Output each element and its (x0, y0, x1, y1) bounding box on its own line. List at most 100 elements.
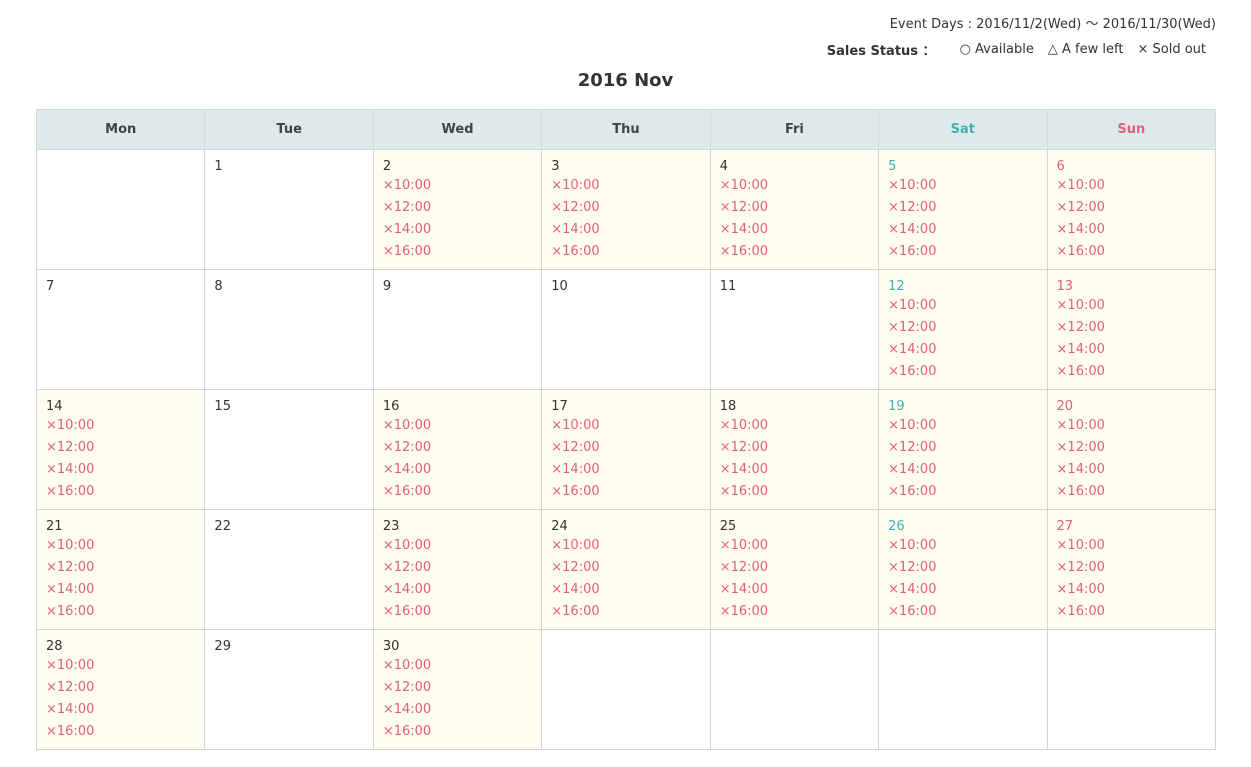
time-slot-sold-out[interactable]: ×12:00 (551, 437, 700, 459)
time-slot-sold-out[interactable]: ×16:00 (888, 361, 1037, 383)
time-slot-sold-out[interactable]: ×12:00 (1057, 317, 1206, 339)
time-slot-sold-out[interactable]: ×14:00 (888, 459, 1037, 481)
time-slot-sold-out[interactable]: ×10:00 (383, 415, 532, 437)
time-slot-sold-out[interactable]: ×14:00 (720, 219, 869, 241)
time-slot-sold-out[interactable]: ×16:00 (1057, 601, 1206, 623)
time-slot-sold-out[interactable]: ×16:00 (720, 241, 869, 263)
time-slot-sold-out[interactable]: ×14:00 (1057, 219, 1206, 241)
day-cell-20[interactable]: 20 ×10:00 ×12:00 ×14:00 ×16:00 (1046, 389, 1217, 510)
time-slot-sold-out[interactable]: ×16:00 (383, 481, 532, 503)
time-slot-sold-out[interactable]: ×10:00 (46, 655, 195, 677)
day-cell-13[interactable]: 13 ×10:00 ×12:00 ×14:00 ×16:00 (1046, 269, 1217, 390)
time-slot-sold-out[interactable]: ×10:00 (888, 175, 1037, 197)
time-slot-sold-out[interactable]: ×14:00 (46, 579, 195, 601)
time-slot-sold-out[interactable]: ×16:00 (1057, 361, 1206, 383)
time-slot-sold-out[interactable]: ×14:00 (888, 339, 1037, 361)
time-slot-sold-out[interactable]: ×16:00 (1057, 241, 1206, 263)
time-slot-sold-out[interactable]: ×10:00 (1057, 175, 1206, 197)
time-slot-sold-out[interactable]: ×16:00 (551, 241, 700, 263)
day-cell-4[interactable]: 4 ×10:00 ×12:00 ×14:00 ×16:00 (709, 149, 880, 270)
time-slot-sold-out[interactable]: ×10:00 (551, 415, 700, 437)
time-slot-sold-out[interactable]: ×12:00 (383, 557, 532, 579)
time-slot-sold-out[interactable]: ×12:00 (888, 437, 1037, 459)
time-slot-sold-out[interactable]: ×10:00 (383, 535, 532, 557)
day-cell-26[interactable]: 26 ×10:00 ×12:00 ×14:00 ×16:00 (878, 509, 1048, 630)
time-slot-sold-out[interactable]: ×10:00 (720, 415, 869, 437)
time-slot-sold-out[interactable]: ×14:00 (1057, 459, 1206, 481)
time-slot-sold-out[interactable]: ×10:00 (1057, 415, 1206, 437)
time-slot-sold-out[interactable]: ×12:00 (551, 557, 700, 579)
time-slot-sold-out[interactable]: ×10:00 (46, 415, 195, 437)
time-slot-sold-out[interactable]: ×12:00 (46, 437, 195, 459)
time-slot-sold-out[interactable]: ×10:00 (46, 535, 195, 557)
time-slot-sold-out[interactable]: ×16:00 (888, 481, 1037, 503)
time-slot-sold-out[interactable]: ×12:00 (383, 677, 532, 699)
day-cell-5[interactable]: 5 ×10:00 ×12:00 ×14:00 ×16:00 (878, 149, 1048, 270)
time-slot-sold-out[interactable]: ×16:00 (888, 241, 1037, 263)
time-slot-sold-out[interactable]: ×12:00 (888, 197, 1037, 219)
day-cell-23[interactable]: 23 ×10:00 ×12:00 ×14:00 ×16:00 (372, 509, 543, 630)
time-slot-sold-out[interactable]: ×14:00 (46, 459, 195, 481)
time-slot-sold-out[interactable]: ×12:00 (720, 197, 869, 219)
time-slot-sold-out[interactable]: ×14:00 (383, 579, 532, 601)
time-slot-sold-out[interactable]: ×10:00 (888, 415, 1037, 437)
time-slot-sold-out[interactable]: ×12:00 (720, 437, 869, 459)
time-slot-sold-out[interactable]: ×16:00 (551, 601, 700, 623)
time-slot-sold-out[interactable]: ×12:00 (551, 197, 700, 219)
time-slot-sold-out[interactable]: ×12:00 (1057, 437, 1206, 459)
time-slot-sold-out[interactable]: ×10:00 (888, 295, 1037, 317)
time-slot-sold-out[interactable]: ×10:00 (720, 175, 869, 197)
day-cell-27[interactable]: 27 ×10:00 ×12:00 ×14:00 ×16:00 (1046, 509, 1217, 630)
time-slot-sold-out[interactable]: ×16:00 (46, 481, 195, 503)
time-slot-sold-out[interactable]: ×16:00 (383, 721, 532, 743)
day-cell-21[interactable]: 21 ×10:00 ×12:00 ×14:00 ×16:00 (35, 509, 206, 630)
time-slot-sold-out[interactable]: ×14:00 (888, 219, 1037, 241)
day-cell-14[interactable]: 14 ×10:00 ×12:00 ×14:00 ×16:00 (35, 389, 206, 510)
day-cell-25[interactable]: 25 ×10:00 ×12:00 ×14:00 ×16:00 (709, 509, 880, 630)
time-slot-sold-out[interactable]: ×16:00 (1057, 481, 1206, 503)
time-slot-sold-out[interactable]: ×16:00 (383, 241, 532, 263)
time-slot-sold-out[interactable]: ×14:00 (720, 459, 869, 481)
time-slot-sold-out[interactable]: ×12:00 (888, 557, 1037, 579)
time-slot-sold-out[interactable]: ×12:00 (720, 557, 869, 579)
time-slot-sold-out[interactable]: ×10:00 (1057, 295, 1206, 317)
time-slot-sold-out[interactable]: ×10:00 (383, 655, 532, 677)
time-slot-sold-out[interactable]: ×12:00 (888, 317, 1037, 339)
day-cell-16[interactable]: 16 ×10:00 ×12:00 ×14:00 ×16:00 (372, 389, 543, 510)
time-slot-sold-out[interactable]: ×14:00 (551, 219, 700, 241)
time-slot-sold-out[interactable]: ×16:00 (888, 601, 1037, 623)
time-slot-sold-out[interactable]: ×12:00 (1057, 557, 1206, 579)
time-slot-sold-out[interactable]: ×12:00 (46, 557, 195, 579)
time-slot-sold-out[interactable]: ×10:00 (1057, 535, 1206, 557)
time-slot-sold-out[interactable]: ×10:00 (551, 535, 700, 557)
time-slot-sold-out[interactable]: ×16:00 (551, 481, 700, 503)
time-slot-sold-out[interactable]: ×16:00 (46, 721, 195, 743)
time-slot-sold-out[interactable]: ×14:00 (46, 699, 195, 721)
time-slot-sold-out[interactable]: ×14:00 (1057, 339, 1206, 361)
time-slot-sold-out[interactable]: ×10:00 (720, 535, 869, 557)
time-slot-sold-out[interactable]: ×14:00 (888, 579, 1037, 601)
time-slot-sold-out[interactable]: ×10:00 (551, 175, 700, 197)
day-cell-12[interactable]: 12 ×10:00 ×12:00 ×14:00 ×16:00 (878, 269, 1048, 390)
time-slot-sold-out[interactable]: ×14:00 (383, 459, 532, 481)
day-cell-3[interactable]: 3 ×10:00 ×12:00 ×14:00 ×16:00 (541, 149, 711, 270)
time-slot-sold-out[interactable]: ×10:00 (888, 535, 1037, 557)
time-slot-sold-out[interactable]: ×14:00 (720, 579, 869, 601)
time-slot-sold-out[interactable]: ×16:00 (46, 601, 195, 623)
time-slot-sold-out[interactable]: ×12:00 (383, 437, 532, 459)
time-slot-sold-out[interactable]: ×10:00 (383, 175, 532, 197)
time-slot-sold-out[interactable]: ×14:00 (1057, 579, 1206, 601)
day-cell-24[interactable]: 24 ×10:00 ×12:00 ×14:00 ×16:00 (541, 509, 711, 630)
time-slot-sold-out[interactable]: ×12:00 (46, 677, 195, 699)
time-slot-sold-out[interactable]: ×14:00 (383, 219, 532, 241)
day-cell-2[interactable]: 2 ×10:00 ×12:00 ×14:00 ×16:00 (372, 149, 543, 270)
time-slot-sold-out[interactable]: ×14:00 (551, 579, 700, 601)
day-cell-6[interactable]: 6 ×10:00 ×12:00 ×14:00 ×16:00 (1046, 149, 1217, 270)
day-cell-30[interactable]: 30 ×10:00 ×12:00 ×14:00 ×16:00 (372, 629, 543, 750)
day-cell-28[interactable]: 28 ×10:00 ×12:00 ×14:00 ×16:00 (35, 629, 206, 750)
day-cell-17[interactable]: 17 ×10:00 ×12:00 ×14:00 ×16:00 (541, 389, 711, 510)
time-slot-sold-out[interactable]: ×16:00 (383, 601, 532, 623)
day-cell-18[interactable]: 18 ×10:00 ×12:00 ×14:00 ×16:00 (709, 389, 880, 510)
time-slot-sold-out[interactable]: ×14:00 (383, 699, 532, 721)
time-slot-sold-out[interactable]: ×12:00 (383, 197, 532, 219)
